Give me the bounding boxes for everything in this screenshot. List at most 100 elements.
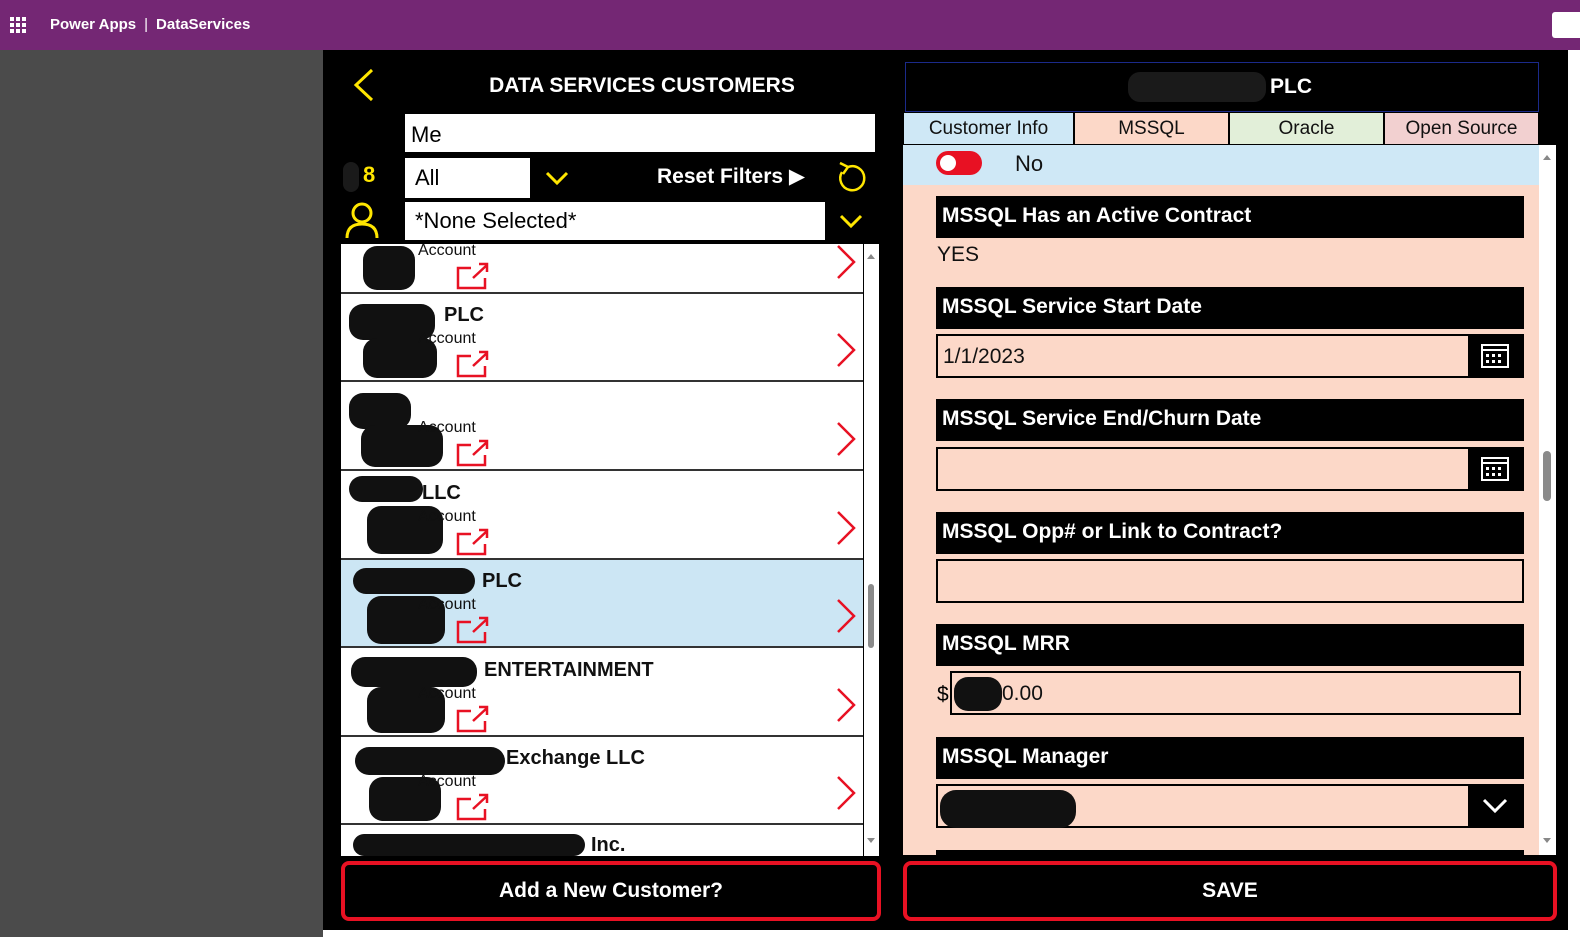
scroll-up-icon[interactable] [1543,155,1551,160]
scroll-down-icon[interactable] [867,838,875,843]
add-customer-button[interactable]: Add a New Customer? [341,861,881,921]
customer-search-input[interactable]: Me [403,112,877,154]
chevron-right-icon[interactable] [835,244,857,280]
customer-type: Account [418,773,476,790]
customer-name: Inc. [591,834,626,856]
list-item[interactable]: Account [341,383,863,471]
chevron-right-icon[interactable] [835,332,857,368]
open-external-icon[interactable] [455,350,489,378]
scroll-thumb[interactable] [868,584,874,648]
chevron-down-icon [1482,798,1508,814]
save-button[interactable]: SAVE [903,861,1557,921]
reset-filters-button[interactable]: Reset Filters ▶ [657,164,805,189]
customer-type: Account [418,685,476,702]
customer-name: LLC [422,482,461,504]
chevron-right-icon[interactable] [835,687,857,723]
redacted-block [363,246,415,290]
open-external-icon[interactable] [455,262,489,290]
tab-open-source[interactable]: Open Source [1384,112,1539,145]
list-item[interactable]: Account [341,244,863,294]
end-date-label: MSSQL Service End/Churn Date [936,399,1524,441]
status-filter-dropdown[interactable]: All [405,158,585,198]
manager-dropdown-toggle[interactable] [1468,786,1522,826]
customer-name: PLC [482,570,522,592]
toggle-knob [940,155,956,171]
opp-link-label: MSSQL Opp# or Link to Contract? [936,512,1524,554]
owner-filter-toggle[interactable] [825,202,877,241]
customer-type: Account [418,244,476,259]
toggle-label: No [1015,151,1044,176]
tab-oracle[interactable]: Oracle [1229,112,1384,145]
redacted-block [1128,72,1266,102]
redacted-block [353,834,585,856]
detail-form-scrollbar[interactable] [1539,145,1556,855]
result-count-badge: 8 [343,160,379,192]
active-contract-label: MSSQL Has an Active Contract [936,196,1524,238]
owner-filter-dropdown[interactable]: *None Selected* [404,201,877,241]
redacted-block [355,747,505,775]
scroll-thumb[interactable] [1543,451,1551,501]
list-item[interactable]: Inc. [341,826,863,856]
scroll-up-icon[interactable] [867,254,875,259]
active-toggle[interactable] [936,151,982,175]
customer-list-scrollbar[interactable] [864,244,879,856]
mrr-input[interactable]: 0.00 [950,671,1521,715]
scroll-down-icon[interactable] [1543,838,1551,843]
tab-mssql[interactable]: MSSQL [1074,112,1229,145]
status-filter-value: All [415,165,440,190]
open-external-icon[interactable] [455,616,489,644]
list-item[interactable]: Exchange LLC Account [341,737,863,825]
user-icon [345,202,379,239]
toggle-row: No [903,145,1539,185]
list-item[interactable]: PLC Account [341,294,863,382]
chevron-right-icon[interactable] [835,598,857,634]
redacted-block [940,790,1076,828]
customer-type: Account [418,330,476,347]
page-title: DATA SERVICES CUSTOMERS [489,74,795,97]
status-filter-toggle[interactable] [530,158,585,198]
start-date-value: 1/1/2023 [943,345,1025,368]
owner-filter-value: *None Selected* [415,208,577,233]
customer-detail-title: PLC [1270,75,1312,98]
list-item[interactable]: LLC Account [341,472,863,560]
chevron-down-icon [839,214,863,229]
customer-type: Account [418,596,476,613]
mrr-value: 0.00 [1002,682,1043,705]
redacted-block [343,162,359,192]
chevron-right-icon[interactable] [835,510,857,546]
end-date-picker[interactable] [936,447,1524,491]
customer-name: PLC [444,304,484,326]
chevron-right-icon[interactable] [835,775,857,811]
start-date-label: MSSQL Service Start Date [936,287,1524,329]
back-chevron-icon[interactable] [352,68,378,102]
app-launcher-icon[interactable] [10,17,26,33]
calendar-icon[interactable] [1468,449,1522,489]
list-item[interactable]: ENTERTAINMENT Account [341,649,863,737]
result-count: 8 [363,162,376,187]
chevron-down-icon [545,171,569,186]
open-external-icon[interactable] [455,528,489,556]
opp-link-input[interactable] [936,559,1524,603]
open-external-icon[interactable] [455,793,489,821]
tab-customer-info[interactable]: Customer Info [903,112,1074,145]
redacted-block [349,393,411,429]
calendar-icon[interactable] [1468,336,1522,376]
customer-name: ENTERTAINMENT [484,659,654,681]
customer-type: Account [418,419,476,436]
manager-dropdown[interactable] [936,784,1524,828]
open-external-icon[interactable] [455,705,489,733]
customer-type: Account [418,508,476,525]
redacted-block [353,568,475,594]
customer-list[interactable]: Account PLC Account Account LLC Account … [341,244,863,856]
page-scrollbar[interactable] [1568,50,1580,937]
customer-detail-header: PLC [905,62,1539,112]
list-item-selected[interactable]: PLC Account [341,560,863,648]
header-action-button[interactable] [1552,12,1580,38]
next-field-label [936,850,1524,855]
redacted-block [954,677,1002,711]
chevron-right-icon[interactable] [835,421,857,457]
currency-symbol: $ [937,683,949,706]
reset-icon[interactable] [834,158,870,196]
open-external-icon[interactable] [455,439,489,467]
start-date-picker[interactable]: 1/1/2023 [936,334,1524,378]
